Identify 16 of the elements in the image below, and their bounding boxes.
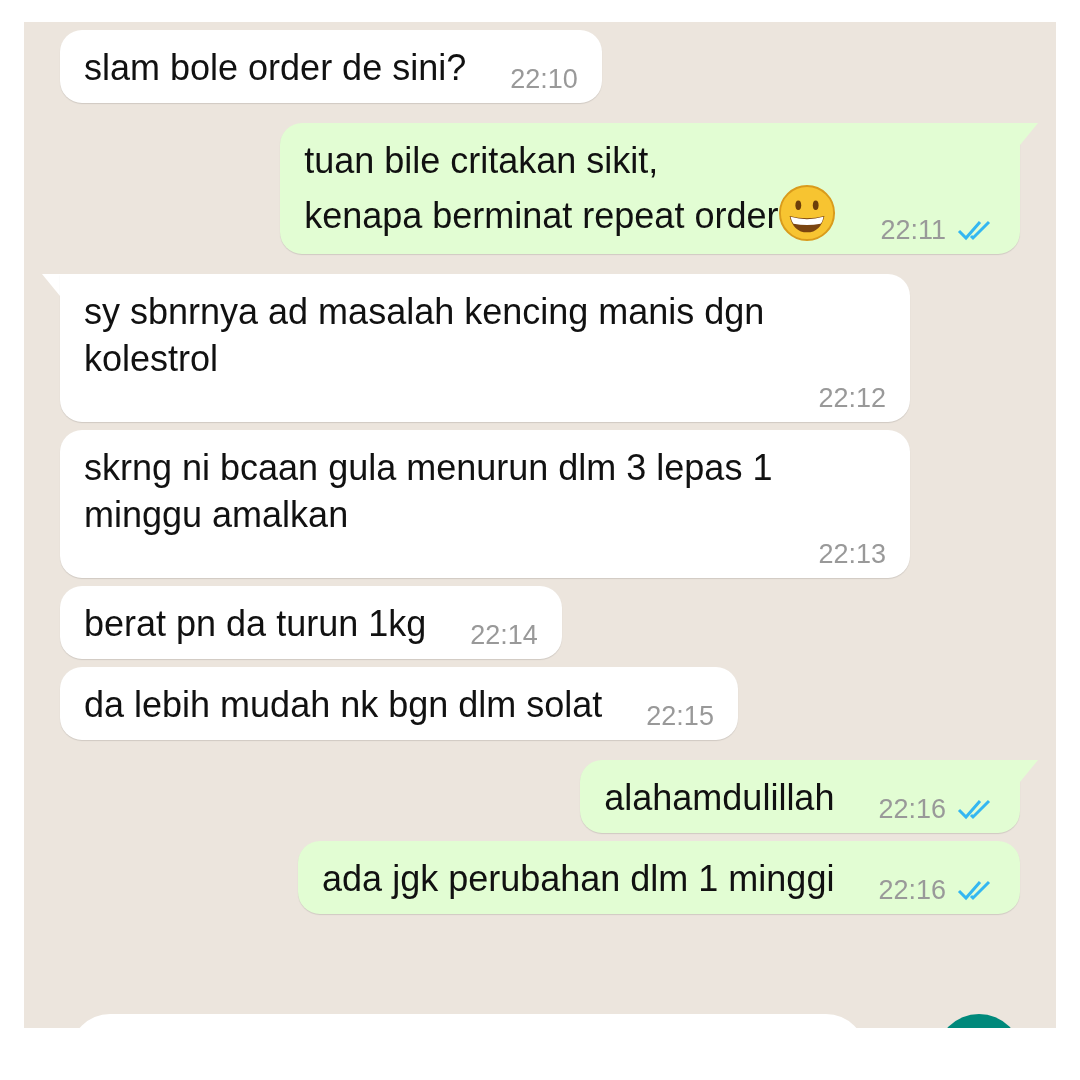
message-text: tuan bile critakan sikit, kenapa berminat repeat order [304, 137, 837, 242]
message-time: 22:15 [646, 700, 714, 732]
message-time: 22:16 [878, 793, 946, 825]
message-text: slam bole order de sini? [84, 46, 467, 90]
message-text: da lebih mudah nk bgn dlm solat [84, 683, 603, 727]
message-text: skrng ni bcaan gula menurun dlm 3 lepas 1 minggu amalkan [84, 446, 774, 537]
message-text: sy sbnrnya ad masalah kencing manis dgn kolestrol [84, 290, 766, 381]
message-text: alahamdulillah [604, 776, 835, 820]
message-time: 22:14 [470, 619, 538, 651]
message-text: berat pn da turun 1kg [84, 602, 427, 646]
message-time: 22:13 [818, 538, 886, 570]
message-time: 22:16 [878, 874, 946, 906]
message-time: 22:10 [510, 63, 578, 95]
message-time: 22:11 [880, 214, 946, 246]
message-text: ada jgk perubahan dlm 1 minggi [322, 857, 835, 901]
message-time: 22:12 [818, 382, 886, 414]
